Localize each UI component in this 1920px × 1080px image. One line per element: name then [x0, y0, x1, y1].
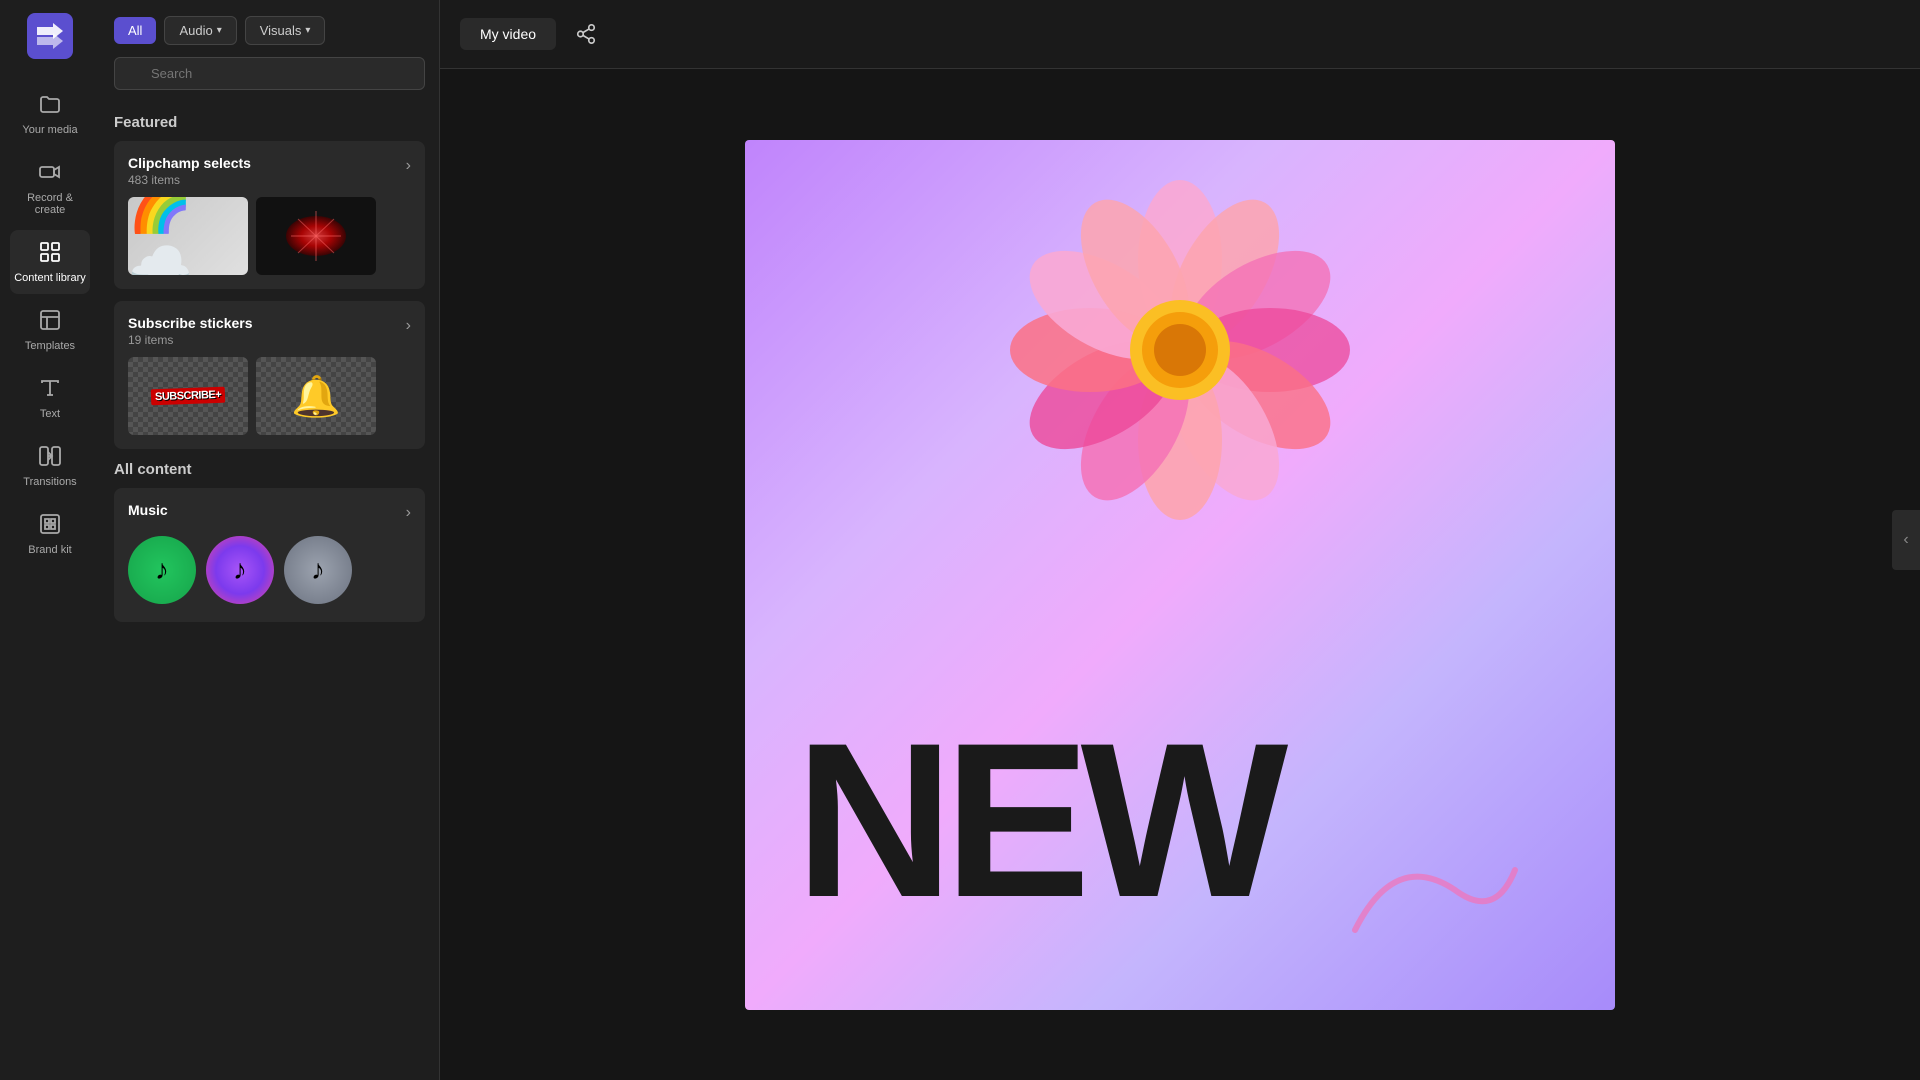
sidebar-item-label: Brand kit	[28, 544, 71, 556]
filter-bar: All Audio ▾ Visuals ▾	[100, 0, 439, 57]
music-thumb-purple[interactable]: ♪	[206, 536, 274, 604]
search-wrapper: 🔍	[100, 57, 439, 102]
share-icon	[575, 23, 597, 45]
card-title: Music	[128, 502, 168, 518]
chevron-down-icon: ▾	[305, 25, 310, 36]
folder-icon	[38, 92, 62, 120]
thumbnail-bells[interactable]: 🔔	[256, 357, 376, 435]
main-area: My video	[440, 0, 1920, 1080]
sidebar-item-templates[interactable]: Templates	[10, 298, 90, 362]
chevron-right-icon: ›	[406, 504, 411, 522]
sidebar-item-label: Record &create	[27, 192, 73, 216]
sidebar-item-label: Your media	[22, 124, 77, 136]
card-count: 19 items	[128, 333, 253, 347]
content-panel: All Audio ▾ Visuals ▾ 🔍 Featured	[100, 0, 440, 1080]
music-thumb-green[interactable]: ♪	[128, 536, 196, 604]
card-title: Subscribe stickers	[128, 315, 253, 331]
subscribe-sticker-image: SUBSCRIBE+	[151, 387, 226, 406]
card-thumbnails: SUBSCRIBE+ 🔔	[128, 357, 411, 435]
swirl-decoration	[1335, 830, 1535, 950]
music-card[interactable]: Music › ♪ ♪ ♪	[114, 488, 425, 622]
subscribe-stickers-card[interactable]: Subscribe stickers 19 items › SUBSCRIBE+…	[114, 301, 425, 449]
sidebar: Your media Record &create	[0, 0, 100, 1080]
brand-icon	[38, 512, 62, 540]
thumbnail-subscribe[interactable]: SUBSCRIBE+	[128, 357, 248, 435]
app-logo[interactable]	[24, 10, 76, 62]
sidebar-item-record-create[interactable]: Record &create	[10, 150, 90, 226]
video-title-button[interactable]: My video	[460, 18, 556, 50]
music-note-icon: ♪	[233, 554, 247, 586]
sidebar-item-brand-kit[interactable]: Brand kit	[10, 502, 90, 566]
card-header: Clipchamp selects 483 items ›	[128, 155, 411, 187]
bells-image: 🔔	[291, 373, 341, 420]
share-icon-button[interactable]	[568, 16, 604, 52]
video-camera-icon	[38, 160, 62, 188]
text-icon	[38, 376, 62, 404]
thumbnail-rainbow-clouds[interactable]: 🌈☁️	[128, 197, 248, 275]
search-input[interactable]	[114, 57, 425, 90]
filter-all-button[interactable]: All	[114, 17, 156, 44]
video-canvas[interactable]: NEW	[440, 69, 1920, 1080]
layout-icon	[38, 308, 62, 336]
chevron-right-icon: ›	[406, 317, 411, 335]
sidebar-item-label: Text	[40, 408, 60, 420]
sidebar-item-your-media[interactable]: Your media	[10, 82, 90, 146]
all-content-section-title: All content	[114, 461, 425, 478]
sidebar-item-label: Transitions	[23, 476, 76, 488]
featured-section-title: Featured	[114, 114, 425, 131]
card-header: Music ›	[128, 502, 411, 522]
transitions-icon	[38, 444, 62, 472]
filter-audio-button[interactable]: Audio ▾	[164, 16, 236, 45]
music-note-icon: ♪	[311, 554, 325, 586]
grid-icon	[38, 240, 62, 268]
music-note-icon: ♪	[155, 554, 169, 586]
music-thumbnails: ♪ ♪ ♪	[128, 532, 411, 608]
sparkle-visual	[276, 206, 356, 266]
preview-text: NEW	[795, 710, 1278, 930]
sidebar-item-content-library[interactable]: Content library	[10, 230, 90, 294]
filter-visuals-button[interactable]: Visuals ▾	[245, 16, 326, 45]
panel-scroll-area[interactable]: Featured Clipchamp selects 483 items › 🌈…	[100, 102, 439, 1080]
filter-visuals-label: Visuals	[260, 23, 302, 38]
video-preview: NEW	[745, 140, 1615, 1010]
rainbow-cloud-image: 🌈☁️	[128, 197, 248, 275]
chevron-down-icon: ▾	[217, 25, 222, 36]
clipchamp-selects-card[interactable]: Clipchamp selects 483 items › 🌈☁️	[114, 141, 425, 289]
flower-visual	[990, 160, 1370, 540]
music-thumb-gray[interactable]: ♪	[284, 536, 352, 604]
filter-audio-label: Audio	[179, 23, 212, 38]
card-count: 483 items	[128, 173, 251, 187]
thumbnail-dark-sparkle[interactable]	[256, 197, 376, 275]
card-header: Subscribe stickers 19 items ›	[128, 315, 411, 347]
card-title: Clipchamp selects	[128, 155, 251, 171]
sidebar-item-transitions[interactable]: Transitions	[10, 434, 90, 498]
sidebar-item-text[interactable]: Text	[10, 366, 90, 430]
card-thumbnails: 🌈☁️	[128, 197, 411, 275]
chevron-right-icon: ›	[406, 157, 411, 175]
sidebar-item-label: Content library	[14, 272, 86, 284]
sidebar-item-label: Templates	[25, 340, 75, 352]
video-header: My video	[440, 0, 1920, 69]
